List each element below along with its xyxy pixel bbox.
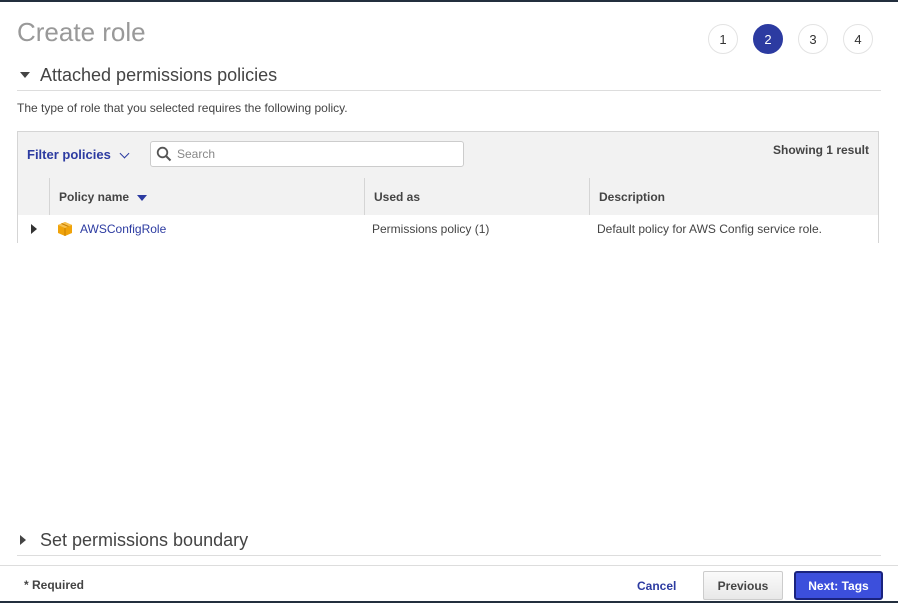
table-header: Policy name Used as Description	[18, 178, 878, 216]
footer-divider	[0, 565, 898, 566]
policies-table: Filter policies Showing 1 result Policy …	[17, 131, 879, 243]
search-icon	[156, 146, 172, 162]
attached-policies-header[interactable]: Attached permissions policies	[17, 60, 881, 91]
description-header-label: Description	[599, 189, 666, 204]
table-row: AWSConfigRole Permissions policy (1) Def…	[18, 215, 878, 243]
attached-policies-title: Attached permissions policies	[40, 64, 278, 85]
used-as-cell: Permissions policy (1)	[372, 222, 490, 236]
description-header[interactable]: Description	[589, 178, 878, 215]
permissions-boundary-title: Set permissions boundary	[40, 529, 249, 550]
required-note: * Required	[24, 578, 85, 592]
used-as-header-label: Used as	[374, 189, 421, 204]
expand-row-toggle[interactable]	[18, 215, 49, 243]
step-4[interactable]: 4	[843, 24, 873, 54]
caret-right-icon	[31, 224, 37, 234]
expand-column-header	[18, 178, 49, 215]
next-tags-button[interactable]: Next: Tags	[794, 571, 883, 600]
step-1[interactable]: 1	[708, 24, 738, 54]
permissions-boundary-header[interactable]: Set permissions boundary	[17, 525, 881, 556]
step-2[interactable]: 2	[753, 24, 783, 54]
description-cell: Default policy for AWS Config service ro…	[597, 222, 822, 236]
search-box[interactable]	[150, 141, 464, 167]
policy-name-header[interactable]: Policy name	[49, 178, 364, 215]
page-title: Create role	[17, 17, 146, 47]
top-bar	[0, 0, 898, 2]
filter-bar: Filter policies Showing 1 result	[18, 132, 878, 179]
wizard-steps: 1 2 3 4	[708, 24, 873, 54]
caret-right-icon	[17, 535, 40, 545]
filter-policies-label: Filter policies	[27, 147, 111, 162]
previous-button[interactable]: Previous	[703, 571, 783, 600]
policy-link[interactable]: AWSConfigRole	[80, 222, 166, 236]
search-input[interactable]	[175, 146, 459, 162]
policy-box-icon	[58, 222, 72, 236]
result-count: Showing 1 result	[772, 143, 869, 157]
caret-down-icon	[17, 72, 40, 78]
policy-name-cell: AWSConfigRole	[49, 215, 364, 243]
cancel-button[interactable]: Cancel	[637, 579, 676, 593]
policy-name-header-label: Policy name	[59, 189, 130, 204]
attached-description: The type of role that you selected requi…	[17, 101, 348, 115]
step-3[interactable]: 3	[798, 24, 828, 54]
sort-desc-icon[interactable]	[137, 194, 148, 201]
chevron-down-icon	[119, 148, 130, 158]
filter-policies-button[interactable]: Filter policies	[27, 147, 130, 162]
used-as-header[interactable]: Used as	[364, 178, 589, 215]
